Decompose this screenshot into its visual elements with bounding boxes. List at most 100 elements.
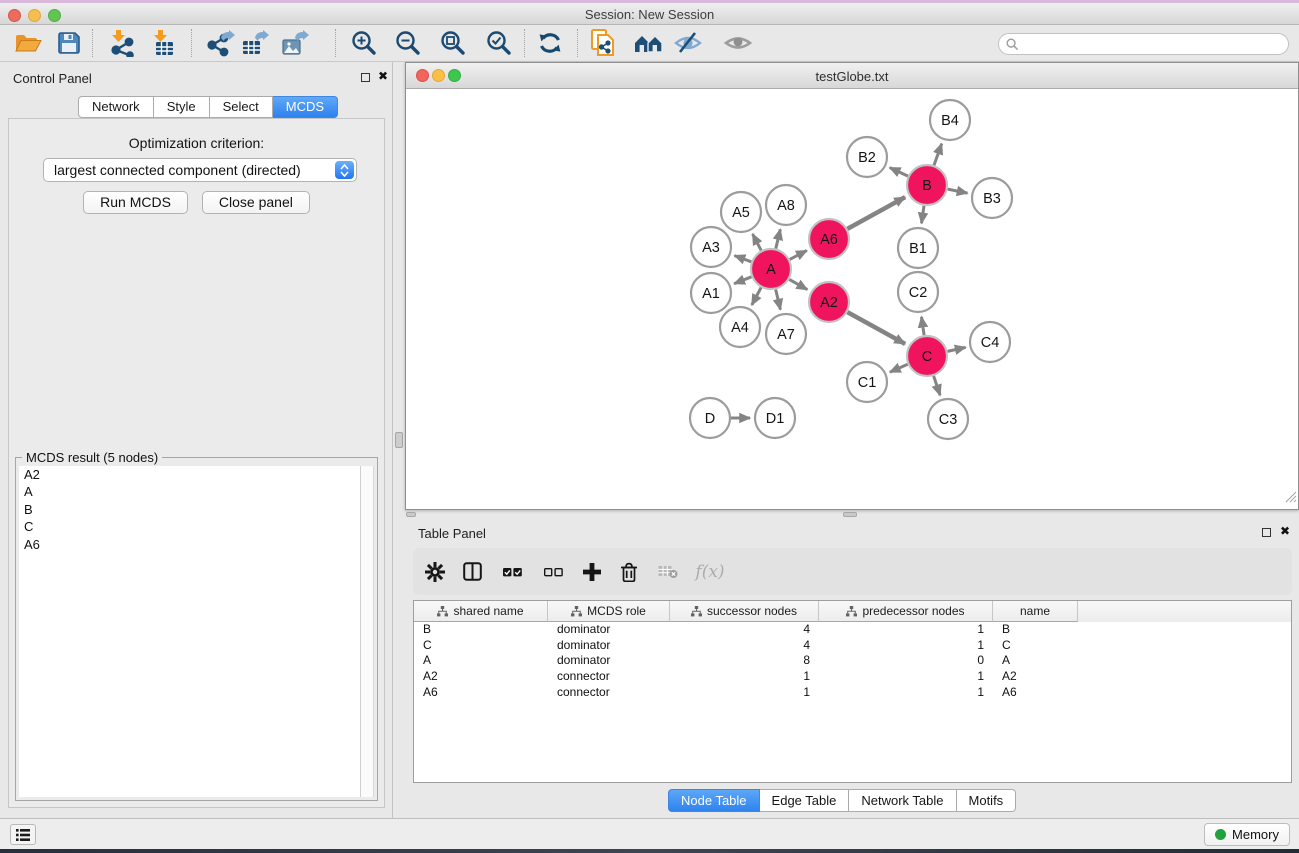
table-cell[interactable]: C [414, 638, 548, 654]
table-cell[interactable]: connector [548, 685, 670, 701]
delete-column-button[interactable] [612, 548, 646, 595]
graph-node[interactable]: A5 [721, 192, 761, 232]
tab-style[interactable]: Style [154, 96, 210, 118]
graph-edge[interactable] [948, 347, 966, 351]
window-resize-grip[interactable] [1284, 490, 1297, 508]
graph-edge[interactable] [776, 290, 781, 310]
zoom-fit-button[interactable] [435, 27, 471, 59]
run-mcds-button[interactable]: Run MCDS [83, 191, 188, 214]
save-session-button[interactable] [51, 27, 87, 59]
graph-node[interactable]: C1 [847, 362, 887, 402]
graph-node[interactable]: A3 [691, 227, 731, 267]
result-item[interactable]: C [19, 519, 360, 537]
hide-selected-button[interactable] [670, 27, 706, 59]
export-network-button[interactable] [202, 27, 238, 59]
tab-edge-table[interactable]: Edge Table [760, 789, 850, 812]
graph-edge[interactable] [948, 189, 968, 193]
result-item[interactable]: A6 [19, 536, 360, 554]
close-panel-icon[interactable]: ✖ [1280, 524, 1290, 538]
graph-node[interactable]: C2 [898, 272, 938, 312]
graph-edge[interactable] [934, 376, 941, 395]
graph-node[interactable]: B2 [847, 137, 887, 177]
graph-node[interactable]: A8 [766, 185, 806, 225]
table-cell[interactable]: 1 [819, 669, 993, 685]
table-cell[interactable]: connector [548, 669, 670, 685]
graph-edge[interactable] [847, 197, 905, 229]
table-cell[interactable]: B [414, 622, 548, 638]
zoom-selected-button[interactable] [481, 27, 517, 59]
graph-node[interactable]: C [907, 336, 947, 376]
table-cell[interactable]: dominator [548, 638, 670, 654]
table-cell[interactable]: A6 [414, 685, 548, 701]
graph-node[interactable]: A4 [720, 307, 760, 347]
graph-edge[interactable] [922, 206, 925, 224]
graph-edge[interactable] [776, 229, 781, 248]
task-history-button[interactable] [10, 824, 36, 845]
graph-node[interactable]: A6 [809, 219, 849, 259]
search-field[interactable] [998, 33, 1289, 55]
panel-divider-handle[interactable] [395, 432, 403, 448]
close-panel-button[interactable]: Close panel [202, 191, 310, 214]
tab-motifs[interactable]: Motifs [957, 789, 1017, 812]
new-network-from-selection-button[interactable] [586, 27, 622, 59]
table-cell[interactable]: 1 [819, 622, 993, 638]
tab-node-table[interactable]: Node Table [668, 789, 760, 812]
graph-edge[interactable] [890, 168, 908, 177]
show-columns-button[interactable] [455, 548, 489, 595]
memory-button[interactable]: Memory [1204, 823, 1290, 846]
result-item[interactable]: B [19, 501, 360, 519]
table-cell[interactable]: dominator [548, 622, 670, 638]
table-cell[interactable]: B [993, 622, 1078, 638]
select-all-button[interactable] [495, 548, 529, 595]
table-cell[interactable]: 4 [670, 622, 819, 638]
table-row[interactable]: A2connector11A2 [414, 669, 1291, 685]
table-cell[interactable]: dominator [548, 653, 670, 669]
table-cell[interactable]: 1 [819, 685, 993, 701]
result-item[interactable]: A2 [19, 466, 360, 484]
table-cell[interactable]: 8 [670, 653, 819, 669]
table-cell[interactable]: A [993, 653, 1078, 669]
tab-network-table[interactable]: Network Table [849, 789, 956, 812]
table-cell[interactable]: 1 [670, 685, 819, 701]
graph-node[interactable]: A7 [766, 314, 806, 354]
search-input[interactable] [1023, 36, 1288, 52]
graph-edge[interactable] [922, 317, 925, 335]
graph-edge[interactable] [753, 234, 762, 250]
graph-node[interactable]: B4 [930, 100, 970, 140]
first-neighbors-button[interactable] [631, 27, 667, 59]
table-cell[interactable]: A2 [414, 669, 548, 685]
table-cell[interactable]: A2 [993, 669, 1078, 685]
graph-edge[interactable] [752, 288, 761, 306]
graph-edge[interactable] [735, 256, 752, 262]
result-scrollbar[interactable] [361, 466, 374, 797]
delete-table-button[interactable] [651, 548, 685, 595]
graph-edge[interactable] [789, 279, 807, 289]
table-row[interactable]: Cdominator41C [414, 638, 1291, 654]
network-titlebar[interactable]: testGlobe.txt [406, 63, 1298, 89]
column-header[interactable]: name [993, 601, 1078, 622]
table-cell[interactable]: 1 [670, 669, 819, 685]
function-builder-button[interactable]: f(x) [693, 548, 727, 595]
refresh-view-button[interactable] [532, 27, 568, 59]
network-graph[interactable]: B4B2BB3A8A5A6A3B1AA1C2A2A4A7C4CC1C3DD1 [406, 89, 1298, 509]
graph-edge[interactable] [847, 312, 905, 344]
graph-node[interactable]: B [907, 165, 947, 205]
export-table-button[interactable] [237, 27, 273, 59]
graph-edge[interactable] [734, 277, 751, 284]
tab-network[interactable]: Network [78, 96, 154, 118]
graph-node[interactable]: B1 [898, 228, 938, 268]
graph-edge[interactable] [790, 251, 807, 260]
column-header[interactable]: MCDS role [548, 601, 670, 622]
zoom-out-button[interactable] [390, 27, 426, 59]
export-image-button[interactable] [277, 27, 313, 59]
import-network-button[interactable] [104, 27, 140, 59]
import-table-button[interactable] [146, 27, 182, 59]
table-cell[interactable]: 1 [819, 638, 993, 654]
table-row[interactable]: A6connector11A6 [414, 685, 1291, 701]
table-cell[interactable]: A6 [993, 685, 1078, 701]
table-row[interactable]: Bdominator41B [414, 622, 1291, 638]
graph-node[interactable]: C4 [970, 322, 1010, 362]
table-cell[interactable]: 4 [670, 638, 819, 654]
network-canvas[interactable]: B4B2BB3A8A5A6A3B1AA1C2A2A4A7C4CC1C3DD1 [406, 89, 1298, 509]
table-cell[interactable]: 0 [819, 653, 993, 669]
